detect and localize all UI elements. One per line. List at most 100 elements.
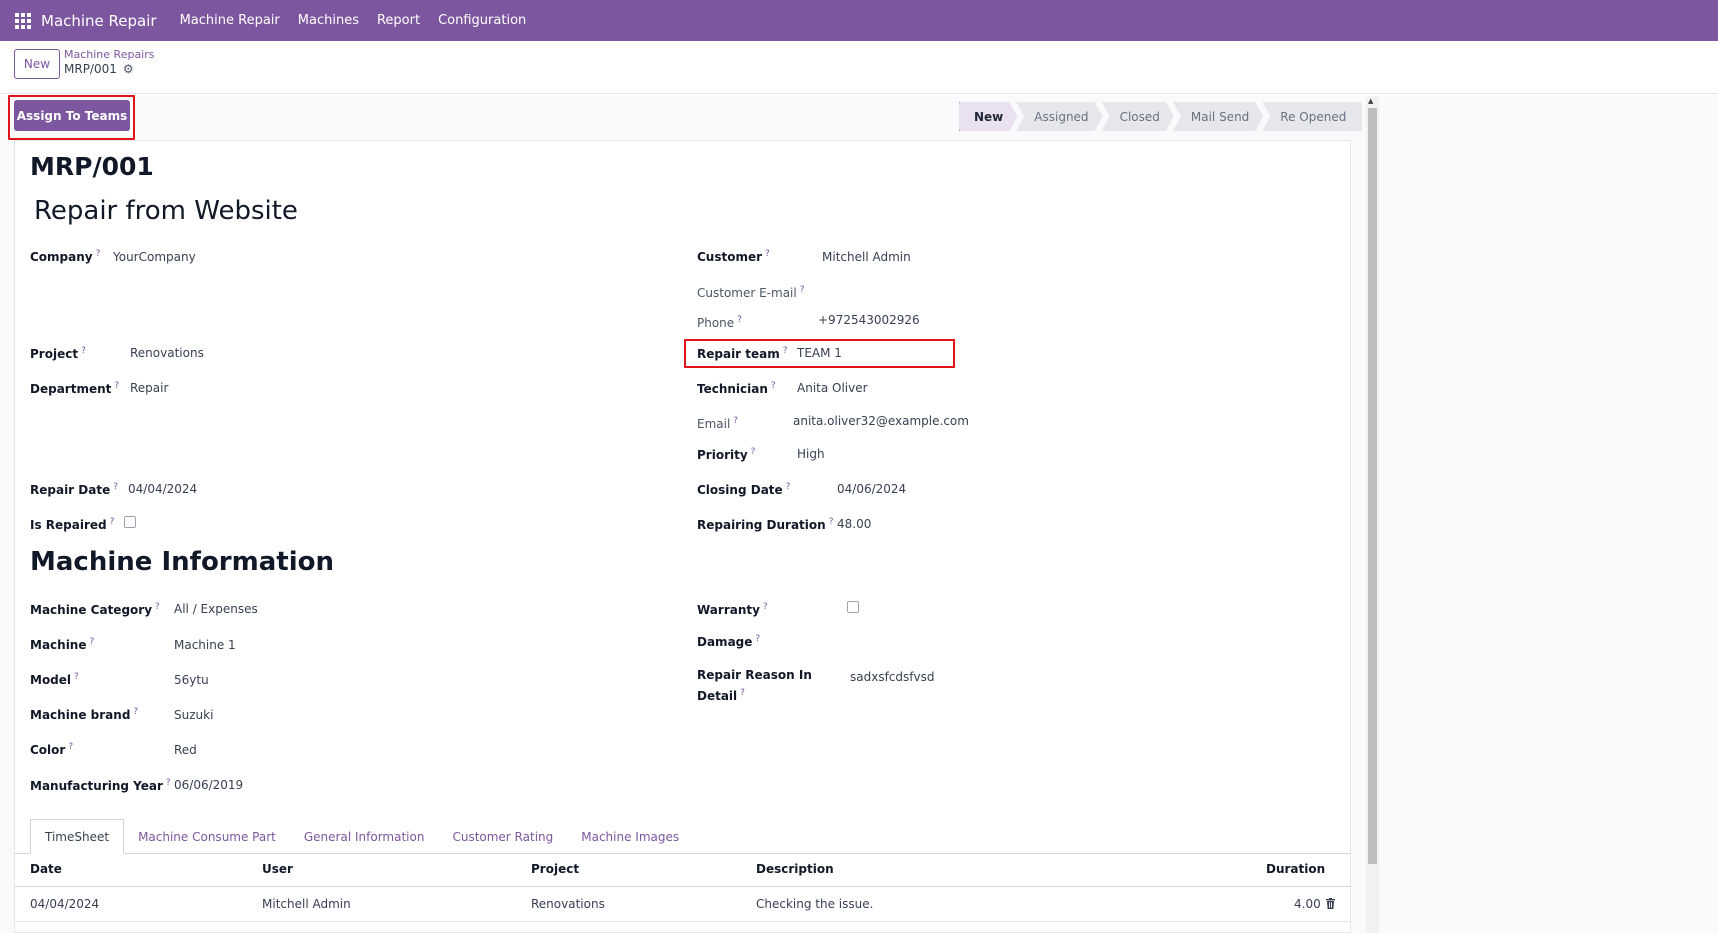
warranty-checkbox[interactable] xyxy=(847,601,859,613)
help-icon[interactable]: ? xyxy=(786,482,791,492)
color-field[interactable]: Red xyxy=(174,742,197,758)
help-icon[interactable]: ? xyxy=(68,742,73,752)
repair-reason-field[interactable]: sadxsfcdsfvsd xyxy=(850,669,934,685)
priority-label: Priority? xyxy=(697,447,756,462)
row-date-cell[interactable]: 04/04/2024 xyxy=(30,897,99,911)
machine-category-field[interactable]: All / Expenses xyxy=(174,601,258,617)
breadcrumb-current-label: MRP/001 xyxy=(64,62,117,76)
row-duration-cell[interactable]: 4.00 xyxy=(1294,897,1321,911)
model-label: Model? xyxy=(30,672,79,687)
record-name-field[interactable]: Repair from Website xyxy=(34,196,298,226)
tab-general-information[interactable]: General Information xyxy=(290,819,439,854)
highlight-box-repair-team xyxy=(684,339,955,368)
model-field[interactable]: 56ytu xyxy=(174,672,209,688)
color-label: Color? xyxy=(30,742,74,757)
help-icon[interactable]: ? xyxy=(765,249,770,259)
repair-reason-label: Repair Reason In Detail? xyxy=(697,668,812,703)
help-icon[interactable]: ? xyxy=(133,707,138,717)
machine-brand-field[interactable]: Suzuki xyxy=(174,707,213,723)
tab-machine-consume-part[interactable]: Machine Consume Part xyxy=(124,819,290,854)
manufacturing-year-label: Manufacturing Year? xyxy=(30,778,171,793)
help-icon[interactable]: ? xyxy=(800,285,805,295)
closing-date-label: Closing Date? xyxy=(697,482,791,497)
customer-field[interactable]: Mitchell Admin xyxy=(822,249,911,265)
help-icon[interactable]: ? xyxy=(733,416,738,426)
menu-machine-repair[interactable]: Machine Repair xyxy=(180,13,280,28)
help-icon[interactable]: ? xyxy=(829,517,834,527)
help-icon[interactable]: ? xyxy=(755,634,760,644)
help-icon[interactable]: ? xyxy=(155,602,160,612)
gear-icon[interactable]: ⚙ xyxy=(123,62,134,76)
help-icon[interactable]: ? xyxy=(771,381,776,391)
tab-timesheet[interactable]: TimeSheet xyxy=(30,819,125,854)
help-icon[interactable]: ? xyxy=(90,637,95,647)
new-button[interactable]: New xyxy=(14,49,60,79)
breadcrumb-parent[interactable]: Machine Repairs xyxy=(64,48,155,61)
repair-date-field[interactable]: 04/04/2024 xyxy=(128,481,197,497)
row-user-cell[interactable]: Mitchell Admin xyxy=(262,897,351,911)
priority-field[interactable]: High xyxy=(797,446,825,462)
column-header-duration[interactable]: Duration xyxy=(1266,862,1325,876)
app-brand[interactable]: Machine Repair xyxy=(41,12,157,30)
help-icon[interactable]: ? xyxy=(110,517,115,527)
apps-grid-icon[interactable] xyxy=(15,12,31,29)
stage-re-opened[interactable]: Re Opened xyxy=(1262,102,1363,131)
stage-mail-send[interactable]: Mail Send xyxy=(1173,102,1263,131)
is-repaired-label: Is Repaired? xyxy=(30,517,115,532)
column-header-date[interactable]: Date xyxy=(30,862,62,876)
machine-label: Machine? xyxy=(30,637,95,652)
help-icon[interactable]: ? xyxy=(751,447,756,457)
scrollbar-thumb[interactable] xyxy=(1368,108,1377,864)
help-icon[interactable]: ? xyxy=(81,346,86,356)
form-sheet xyxy=(14,140,1351,933)
department-label: Department? xyxy=(30,381,120,396)
menu-configuration[interactable]: Configuration xyxy=(438,13,526,28)
project-label: Project? xyxy=(30,346,86,361)
breadcrumb-current: MRP/001 ⚙ xyxy=(64,62,134,76)
stage-closed[interactable]: Closed xyxy=(1102,102,1174,131)
record-reference: MRP/001 xyxy=(30,152,154,181)
repairing-duration-field[interactable]: 48.00 xyxy=(837,516,871,532)
damage-label: Damage? xyxy=(697,634,761,649)
status-bar: New Assigned Closed Mail Send Re Opened xyxy=(959,102,1363,131)
row-project-cell[interactable]: Renovations xyxy=(531,897,605,911)
help-icon[interactable]: ? xyxy=(114,381,119,391)
technician-field[interactable]: Anita Oliver xyxy=(797,380,868,396)
machine-field[interactable]: Machine 1 xyxy=(174,637,236,653)
project-field[interactable]: Renovations xyxy=(130,345,204,361)
tab-machine-images[interactable]: Machine Images xyxy=(567,819,693,854)
column-header-user[interactable]: User xyxy=(262,862,293,876)
column-header-project[interactable]: Project xyxy=(531,862,579,876)
phone-field[interactable]: +972543002926 xyxy=(818,312,920,328)
is-repaired-checkbox[interactable] xyxy=(124,516,136,528)
help-icon[interactable]: ? xyxy=(74,672,79,682)
closing-date-field[interactable]: 04/06/2024 xyxy=(837,481,906,497)
department-field[interactable]: Repair xyxy=(130,380,168,396)
table-header-divider xyxy=(14,886,1351,887)
column-header-description[interactable]: Description xyxy=(756,862,834,876)
control-panel: New Machine Repairs MRP/001 ⚙ xyxy=(0,41,1718,94)
row-description-cell[interactable]: Checking the issue. xyxy=(756,897,873,911)
help-icon[interactable]: ? xyxy=(96,249,101,259)
menu-report[interactable]: Report xyxy=(377,13,420,28)
machine-info-heading: Machine Information xyxy=(30,547,334,577)
table-row-divider xyxy=(14,921,1351,922)
email-field[interactable]: anita.oliver32@example.com xyxy=(793,413,969,429)
help-icon[interactable]: ? xyxy=(166,778,171,788)
company-field[interactable]: YourCompany xyxy=(113,249,196,265)
help-icon[interactable]: ? xyxy=(737,315,742,325)
stage-assigned[interactable]: Assigned xyxy=(1016,102,1102,131)
help-icon[interactable]: ? xyxy=(113,482,118,492)
manufacturing-year-field[interactable]: 06/06/2019 xyxy=(174,777,243,793)
repair-date-label: Repair Date? xyxy=(30,482,118,497)
company-label: Company? xyxy=(30,249,101,264)
help-icon[interactable]: ? xyxy=(763,602,768,612)
top-navbar: Machine Repair Machine Repair Machines R… xyxy=(0,0,1718,41)
menu-machines[interactable]: Machines xyxy=(298,13,359,28)
help-icon[interactable]: ? xyxy=(740,688,745,698)
stage-new[interactable]: New xyxy=(959,102,1017,131)
tab-customer-rating[interactable]: Customer Rating xyxy=(438,819,567,854)
notebook-tabs: TimeSheet Machine Consume Part General I… xyxy=(30,819,693,854)
trash-icon[interactable] xyxy=(1326,898,1335,909)
scroll-up-arrow-icon[interactable]: ▲ xyxy=(1368,97,1373,105)
